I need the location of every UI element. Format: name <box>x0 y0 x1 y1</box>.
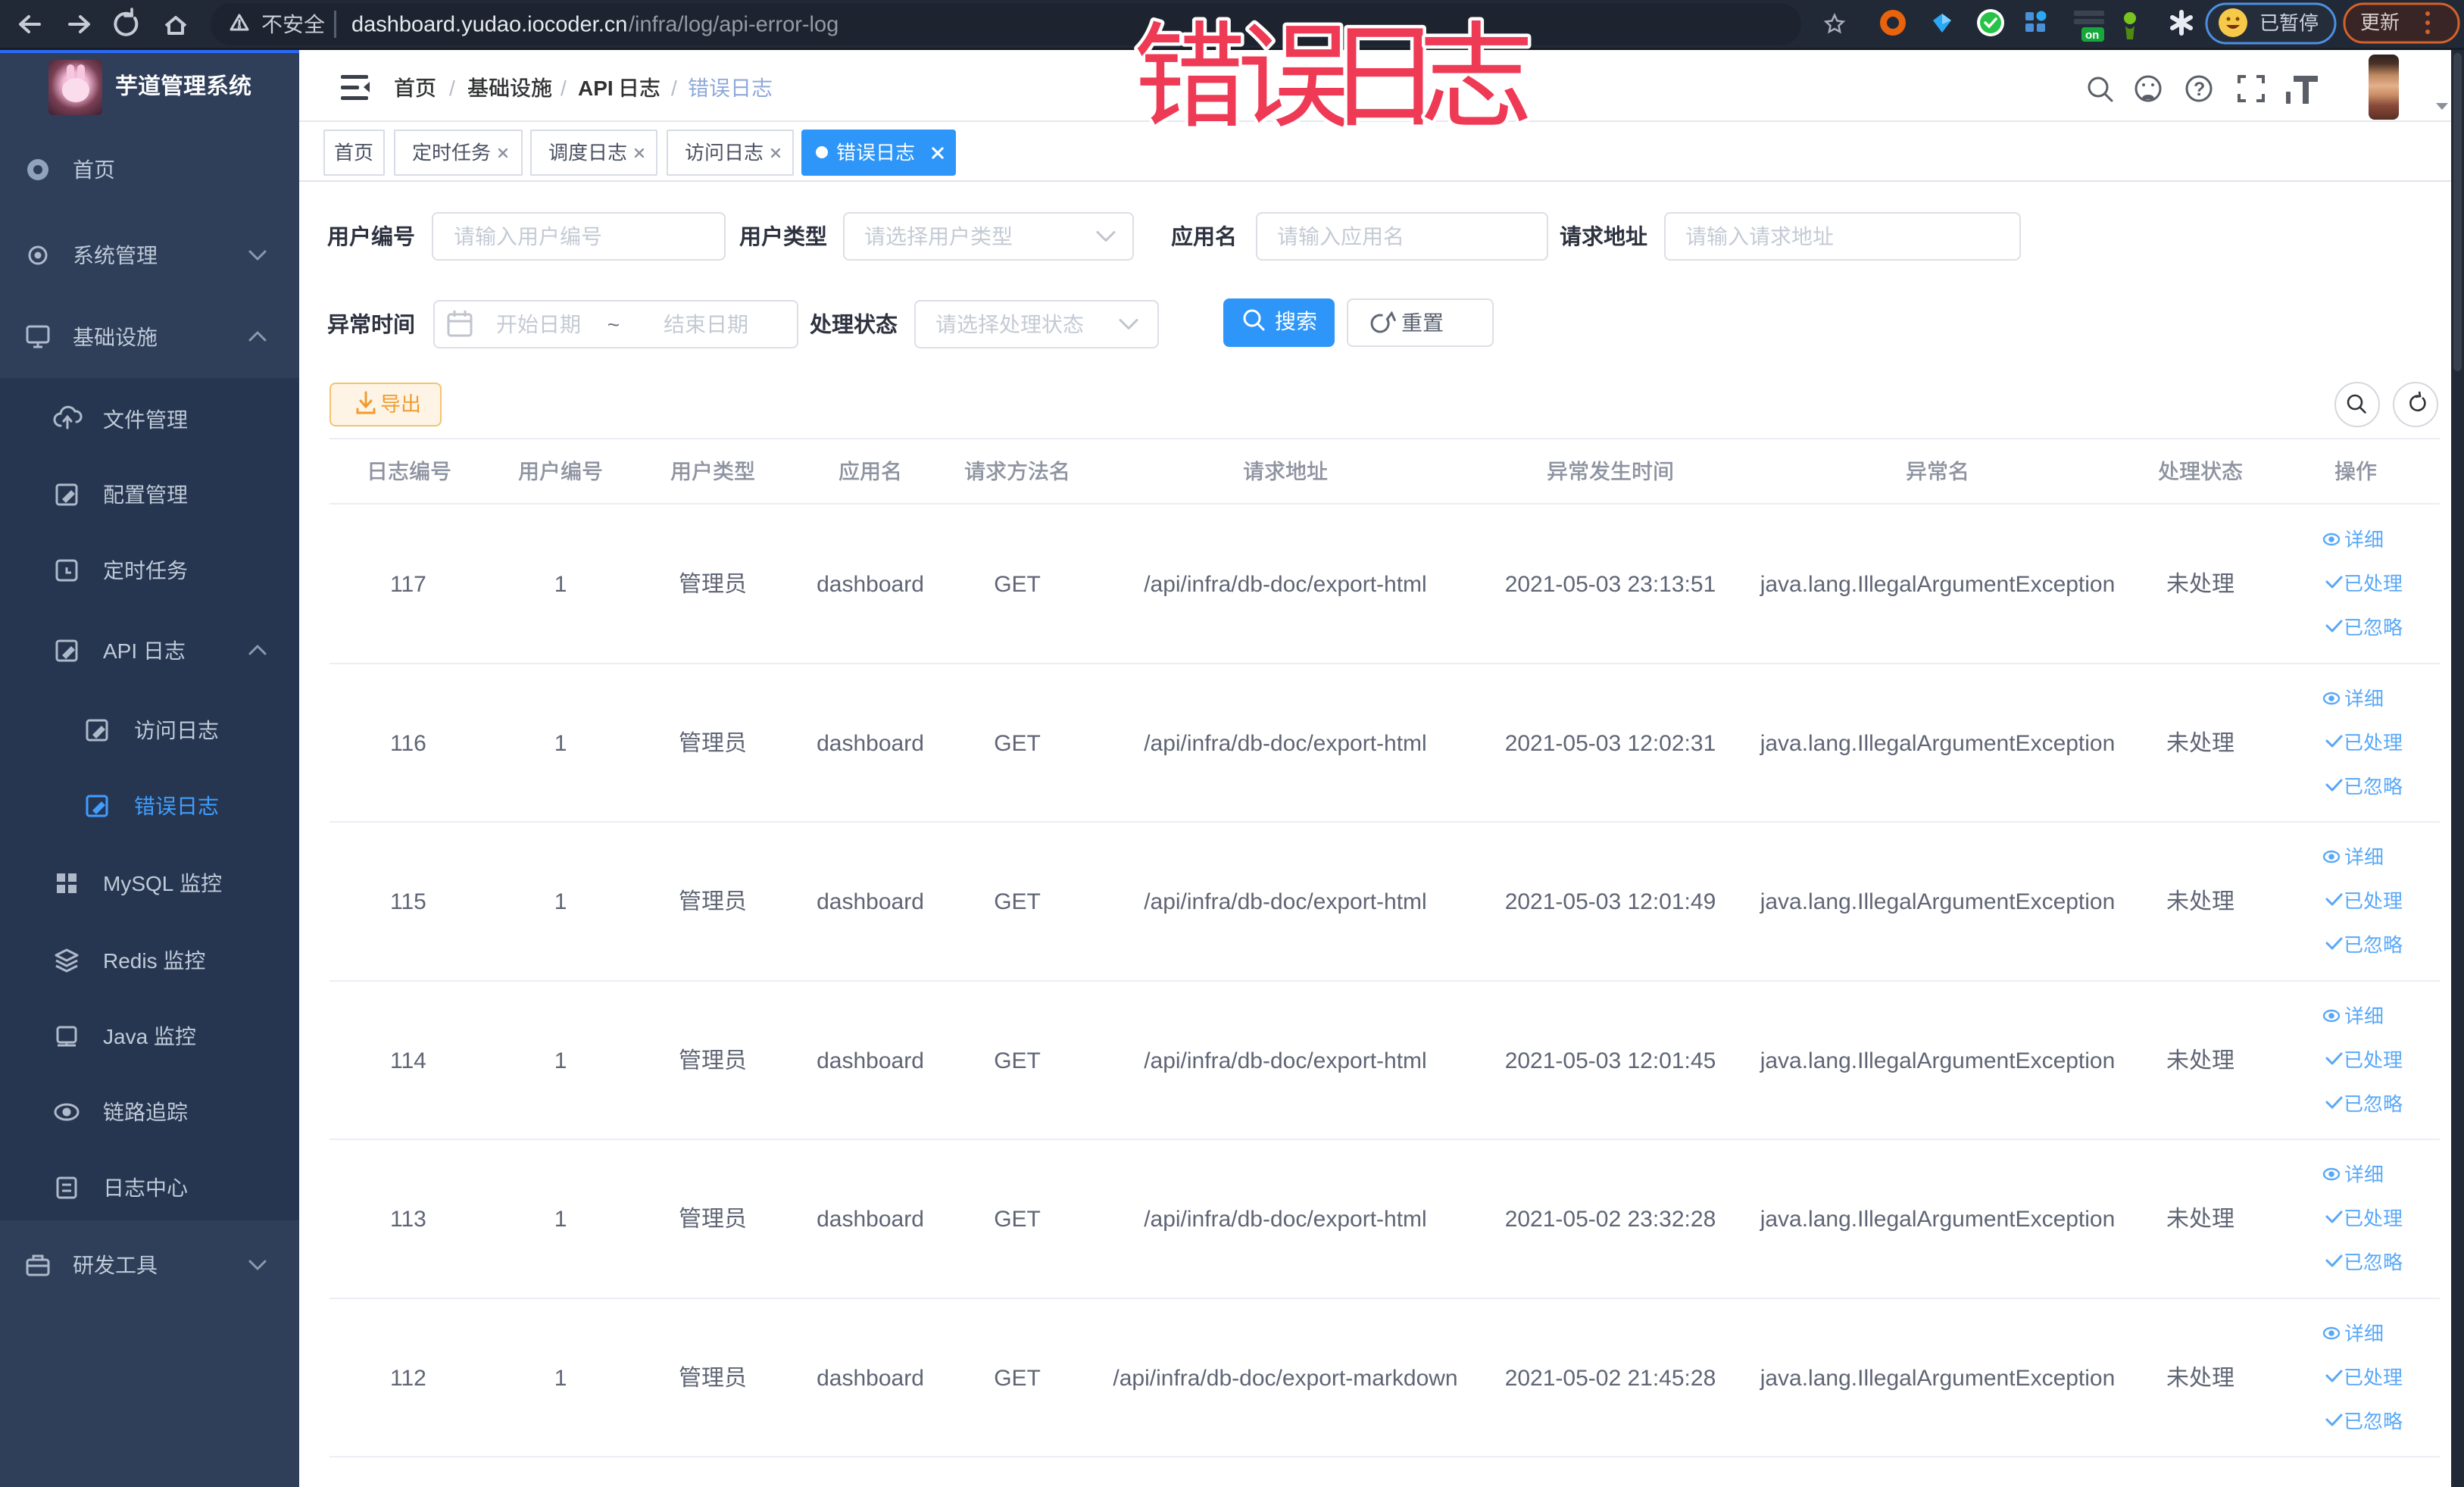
svg-text:java.lang.IllegalArgumentExcep: java.lang.IllegalArgumentException <box>1760 1366 2116 1391</box>
svg-text:/api/infra/db-doc/export-html: /api/infra/db-doc/export-html <box>1144 889 1427 914</box>
svg-text:java.lang.IllegalArgumentExcep: java.lang.IllegalArgumentException <box>1760 1207 2116 1232</box>
svg-text:java.lang.IllegalArgumentExcep: java.lang.IllegalArgumentException <box>1760 889 2116 914</box>
svg-text:2021-05-03 12:01:49: 2021-05-03 12:01:49 <box>1505 889 1716 914</box>
svg-text:GET: GET <box>994 1048 1041 1073</box>
svg-text:/api/infra/db-doc/export-html: /api/infra/db-doc/export-html <box>1144 1048 1427 1073</box>
svg-text:115: 115 <box>390 889 426 914</box>
svg-text:GET: GET <box>994 731 1041 756</box>
svg-text:Java: Java <box>103 1025 148 1048</box>
svg-text:java.lang.IllegalArgumentExcep: java.lang.IllegalArgumentException <box>1760 1048 2116 1073</box>
svg-text:117: 117 <box>390 572 426 597</box>
svg-text:2021-05-03 12:02:31: 2021-05-03 12:02:31 <box>1505 731 1716 756</box>
svg-text:1: 1 <box>554 731 567 756</box>
svg-text:2021-05-03 23:13:51: 2021-05-03 23:13:51 <box>1505 572 1716 597</box>
svg-text:/infra/log/api-error-log: /infra/log/api-error-log <box>629 12 839 36</box>
svg-text:112: 112 <box>390 1366 426 1391</box>
svg-text:on: on <box>2085 29 2099 42</box>
svg-text:dashboard: dashboard <box>817 1207 924 1232</box>
svg-text:dashboard: dashboard <box>817 1048 924 1073</box>
svg-text:1: 1 <box>554 1048 567 1073</box>
svg-text:dashboard: dashboard <box>817 731 924 756</box>
svg-text:GET: GET <box>994 572 1041 597</box>
svg-text:dashboard: dashboard <box>817 889 924 914</box>
svg-text:/: / <box>449 77 455 100</box>
svg-text:GET: GET <box>994 889 1041 914</box>
svg-text:dashboard.yudao.iocoder.cn: dashboard.yudao.iocoder.cn <box>351 12 627 36</box>
svg-text:2021-05-02 21:45:28: 2021-05-02 21:45:28 <box>1505 1366 1716 1391</box>
svg-text:/api/infra/db-doc/export-markd: /api/infra/db-doc/export-markdown <box>1113 1366 1457 1391</box>
svg-text:Redis: Redis <box>103 949 158 973</box>
svg-text:GET: GET <box>994 1366 1041 1391</box>
svg-text:/api/infra/db-doc/export-html: /api/infra/db-doc/export-html <box>1144 1207 1427 1232</box>
svg-text:1: 1 <box>554 1366 567 1391</box>
svg-text:1: 1 <box>554 889 567 914</box>
svg-text:?: ? <box>2194 79 2205 100</box>
svg-text:/api/infra/db-doc/export-html: /api/infra/db-doc/export-html <box>1144 572 1427 597</box>
svg-text:java.lang.IllegalArgumentExcep: java.lang.IllegalArgumentException <box>1760 731 2116 756</box>
svg-text:116: 116 <box>390 731 426 756</box>
svg-text:113: 113 <box>390 1207 426 1232</box>
svg-text:dashboard: dashboard <box>817 1366 924 1391</box>
svg-text:dashboard: dashboard <box>817 572 924 597</box>
svg-text:~: ~ <box>607 313 620 336</box>
svg-text:API: API <box>578 77 614 100</box>
svg-text:114: 114 <box>390 1048 426 1073</box>
svg-text:/: / <box>671 77 677 100</box>
svg-text:API: API <box>103 639 137 663</box>
svg-text:GET: GET <box>994 1207 1041 1232</box>
svg-text:2021-05-02 23:32:28: 2021-05-02 23:32:28 <box>1505 1207 1716 1232</box>
svg-text:/: / <box>561 77 567 100</box>
svg-text:/api/infra/db-doc/export-html: /api/infra/db-doc/export-html <box>1144 731 1427 756</box>
svg-text:java.lang.IllegalArgumentExcep: java.lang.IllegalArgumentException <box>1760 572 2116 597</box>
svg-text:2021-05-03 12:01:45: 2021-05-03 12:01:45 <box>1505 1048 1716 1073</box>
svg-text:1: 1 <box>554 572 567 597</box>
svg-text:MySQL: MySQL <box>103 872 173 895</box>
svg-text:1: 1 <box>554 1207 567 1232</box>
